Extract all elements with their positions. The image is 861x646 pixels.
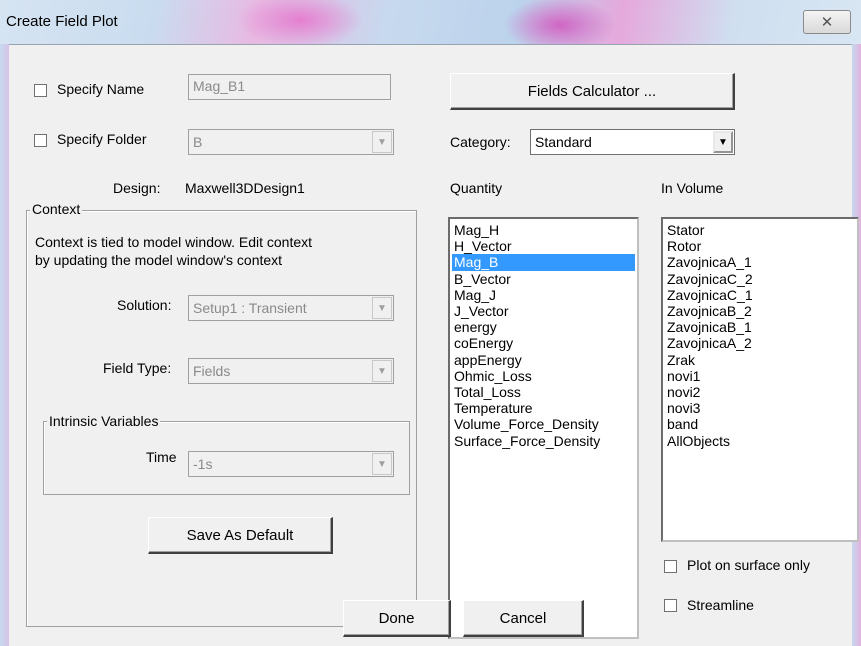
list-item[interactable]: Temperature	[452, 400, 635, 416]
list-item[interactable]: AllObjects	[665, 433, 855, 449]
list-item[interactable]: ZavojnicaC_2	[665, 271, 855, 287]
field-type-label: Field Type:	[103, 360, 172, 376]
window-title: Create Field Plot	[6, 13, 118, 30]
specify-folder-label: Specify Folder	[57, 131, 147, 147]
list-item[interactable]: J_Vector	[452, 303, 635, 319]
close-button[interactable]: ✕	[803, 10, 851, 34]
list-item[interactable]: coEnergy	[452, 335, 635, 351]
specify-name-checkbox[interactable]	[34, 84, 47, 97]
chevron-down-icon: ▼	[713, 131, 733, 153]
in-volume-listbox[interactable]: Stator Rotor ZavojnicaA_1 ZavojnicaC_2 Zavoj…	[661, 217, 859, 542]
field-type-dropdown[interactable]: Fields ▼	[188, 358, 394, 384]
list-item[interactable]: H_Vector	[452, 238, 635, 254]
list-item[interactable]: ZavojnicaC_1	[665, 287, 855, 303]
solution-label: Solution:	[117, 297, 172, 313]
list-item[interactable]: Mag_H	[452, 222, 635, 238]
list-item[interactable]: Volume_Force_Density	[452, 416, 635, 432]
design-value: Maxwell3DDesign1	[185, 180, 305, 196]
list-item[interactable]: ZavojnicaB_1	[665, 319, 855, 335]
time-dropdown[interactable]: -1s ▼	[188, 451, 394, 477]
cancel-button[interactable]: Cancel	[463, 600, 584, 637]
chevron-down-icon: ▼	[372, 131, 392, 153]
context-info-line1: Context is tied to model window. Edit co…	[35, 234, 313, 250]
save-as-default-button[interactable]: Save As Default	[148, 517, 333, 554]
fields-calculator-button[interactable]: Fields Calculator ...	[450, 73, 735, 110]
list-item[interactable]: novi1	[665, 368, 855, 384]
streamline-checkbox[interactable]	[664, 599, 677, 612]
field-type-value: Fields	[193, 363, 231, 379]
category-dropdown[interactable]: Standard ▼	[530, 129, 735, 155]
done-button[interactable]: Done	[343, 600, 451, 637]
list-item[interactable]: Total_Loss	[452, 384, 635, 400]
list-item[interactable]: band	[665, 416, 855, 432]
context-info-line2: by updating the model window's context	[35, 252, 283, 268]
list-item[interactable]: B_Vector	[452, 271, 635, 287]
list-item[interactable]: Mag_J	[452, 287, 635, 303]
list-item[interactable]: Stator	[665, 222, 855, 238]
name-field[interactable]: Mag_B1	[188, 74, 391, 100]
title-bar: Create Field Plot ✕	[0, 0, 861, 44]
close-icon: ✕	[820, 14, 834, 31]
chevron-down-icon: ▼	[372, 297, 392, 319]
time-label: Time	[146, 449, 177, 465]
in-volume-header: In Volume	[661, 180, 724, 196]
list-item[interactable]: appEnergy	[452, 352, 635, 368]
list-item[interactable]: ZavojnicaB_2	[665, 303, 855, 319]
list-item[interactable]: novi2	[665, 384, 855, 400]
context-group-title: Context	[30, 201, 83, 217]
specify-name-label: Specify Name	[57, 81, 145, 97]
specify-folder-checkbox[interactable]	[34, 134, 47, 147]
design-label: Design:	[113, 180, 161, 196]
plot-on-surface-label: Plot on surface only	[687, 557, 810, 573]
list-item[interactable]: ZavojnicaA_2	[665, 335, 855, 351]
chevron-down-icon: ▼	[372, 360, 392, 382]
quantity-header: Quantity	[450, 180, 503, 196]
chevron-down-icon: ▼	[372, 453, 392, 475]
time-value: -1s	[193, 456, 213, 472]
folder-dropdown[interactable]: B ▼	[188, 129, 394, 155]
list-item[interactable]: Mag_B	[452, 254, 635, 271]
streamline-label: Streamline	[687, 597, 754, 613]
list-item[interactable]: energy	[452, 319, 635, 335]
list-item[interactable]: novi3	[665, 400, 855, 416]
solution-dropdown[interactable]: Setup1 : Transient ▼	[188, 295, 394, 321]
list-item[interactable]: Ohmic_Loss	[452, 368, 635, 384]
solution-value: Setup1 : Transient	[193, 300, 307, 316]
quantity-listbox[interactable]: Mag_H H_Vector Mag_B B_Vector Mag_J J_Vector e…	[448, 217, 639, 639]
window-frame-left	[0, 44, 9, 646]
dialog-body: Specify Name Mag_B1 Specify Folder B ▼ D…	[9, 44, 859, 639]
category-label: Category:	[450, 134, 511, 150]
plot-on-surface-checkbox[interactable]	[664, 560, 677, 573]
list-item[interactable]: Rotor	[665, 238, 855, 254]
category-value: Standard	[535, 134, 592, 150]
folder-value: B	[193, 134, 203, 150]
intrinsic-variables-title: Intrinsic Variables	[47, 413, 161, 429]
list-item[interactable]: Surface_Force_Density	[452, 433, 635, 449]
list-item[interactable]: Zrak	[665, 352, 855, 368]
list-item[interactable]: ZavojnicaA_1	[665, 254, 855, 270]
